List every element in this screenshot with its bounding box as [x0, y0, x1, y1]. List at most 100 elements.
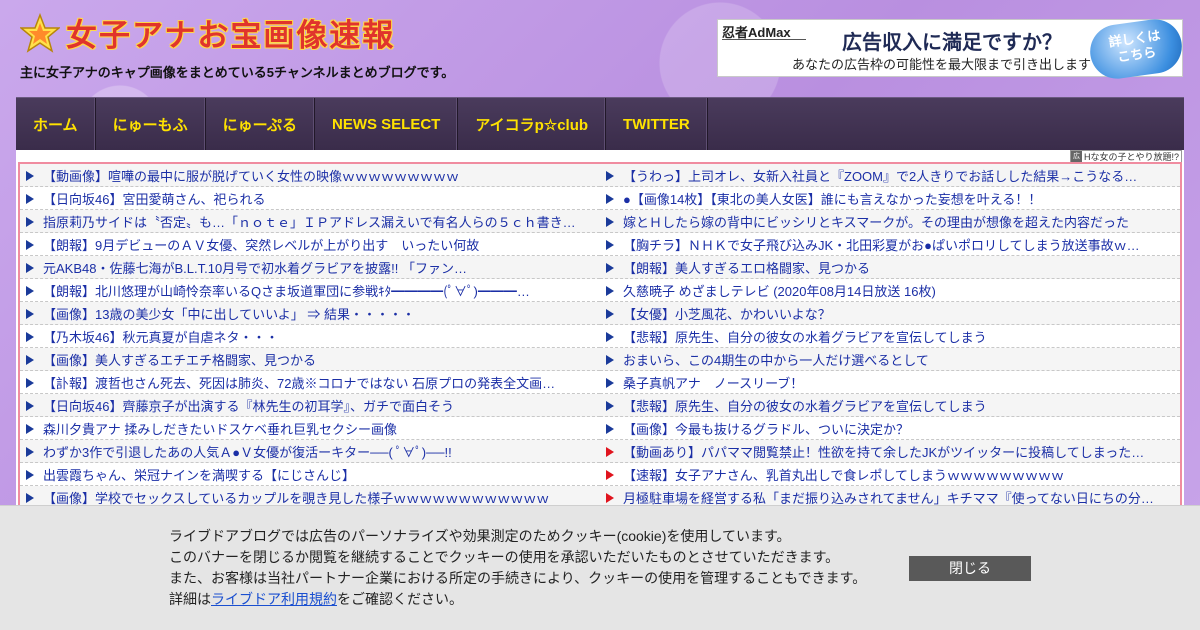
cookie-close-button[interactable]: 閉じる: [909, 556, 1031, 581]
article-link[interactable]: 【訃報】渡哲也さん死去、死因は肺炎、72歳※コロナではない 石原プロの発表全文画…: [43, 373, 555, 392]
list-item[interactable]: 【うわっ】上司オレ、女新入社員と『ZOOM』で2人きりでお話しした結果→こうなる…: [600, 164, 1180, 187]
article-link[interactable]: 【画像】13歳の美少女「中に出していいよ」 ⇒ 結果・・・・・: [43, 304, 415, 323]
arrow-right-icon: [26, 401, 34, 411]
list-item[interactable]: 【乃木坂46】秋元真夏が自虐ネタ・・・: [20, 325, 600, 348]
list-item[interactable]: ●【画像14枚】【東北の美人女医】誰にも言えなかった妄想を叶える！！: [600, 187, 1180, 210]
list-item[interactable]: 【日向坂46】宮田愛萌さん、祀られる: [20, 187, 600, 210]
list-item[interactable]: 【女優】小芝風花、かわいいよな？: [600, 302, 1180, 325]
article-link[interactable]: 【朗報】9月デビューのＡＶ女優、突然レベルが上がり出す いったい何故: [43, 235, 479, 254]
list-item[interactable]: 【画像】今最も抜けるグラドル、ついに決定か？: [600, 417, 1180, 440]
list-item[interactable]: 指原莉乃サイドは〝否定〟も…「ｎｏｔｅ」ＩＰアドレス漏えいで有名人らの５ｃｈ書き…: [20, 210, 600, 233]
arrow-right-icon: [606, 401, 614, 411]
list-item[interactable]: 【動画あり】パパママ閲覧禁止！性欲を持て余したJKがツイッターに投稿してしまった…: [600, 440, 1180, 463]
arrow-right-icon: [606, 263, 614, 273]
arrow-right-icon: [26, 171, 34, 181]
cookie-line-4: 詳細はライブドア利用規約をご確認ください。: [169, 589, 866, 610]
list-item[interactable]: 桑子真帆アナ ノースリーブ！: [600, 371, 1180, 394]
arrow-right-icon: [26, 447, 34, 457]
list-item[interactable]: 出雲霞ちゃん、栄冠ナインを満喫する【にじさんじ】: [20, 463, 600, 486]
nav-item-newmofu[interactable]: にゅーもふ: [96, 98, 206, 151]
article-link[interactable]: 【朗報】北川悠理が山崎怜奈率いるQさま坂道軍団に参戦ｷﾀ━━━━(ﾟ∀ﾟ)━━━…: [43, 281, 530, 300]
article-link[interactable]: 【日向坂46】齊藤京子が出演する『林先生の初耳学』、ガチで面白そう: [43, 396, 454, 415]
article-link[interactable]: 【動画像】喧嘩の最中に服が脱げていく女性の映像ｗｗｗｗｗｗｗｗｗ: [43, 166, 459, 185]
article-link[interactable]: 【速報】女子アナさん、乳首丸出しで食レポしてしまうｗｗｗｗｗｗｗｗｗ: [623, 465, 1064, 484]
arrow-right-icon: [26, 194, 34, 204]
terms-link[interactable]: ライブドア利用規約: [211, 591, 337, 607]
list-item[interactable]: わずか3作で引退したあの人気Ａ●Ｖ女優が復活ーキター──( ﾟ∀ﾟ)──!!: [20, 440, 600, 463]
ad-details-button[interactable]: 詳しくは こちら: [1086, 15, 1186, 83]
article-link[interactable]: おまいら、この4期生の中から一人だけ選べるとして: [623, 350, 929, 369]
list-item[interactable]: 【悲報】原先生、自分の彼女の水着グラビアを宣伝してしまう: [600, 325, 1180, 348]
article-link[interactable]: 【女優】小芝風花、かわいいよな？: [623, 304, 831, 323]
article-link[interactable]: 【悲報】原先生、自分の彼女の水着グラビアを宣伝してしまう: [623, 396, 987, 415]
list-item[interactable]: 【画像】美人すぎるエチエチ格闘家、見つかる: [20, 348, 600, 371]
cookie-line-1: ライブドアブログでは広告のパーソナライズや効果測定のためクッキー(cookie)…: [169, 528, 791, 544]
arrow-right-icon: [606, 332, 614, 342]
nav-item-aikora-club[interactable]: アイコラp☆club: [458, 98, 607, 151]
arrow-right-icon: [606, 217, 614, 227]
list-item[interactable]: 元AKB48・佐藤七海がB.L.T.10月号で初水着グラビアを披露!! 「ファン…: [20, 256, 600, 279]
article-link[interactable]: 元AKB48・佐藤七海がB.L.T.10月号で初水着グラビアを披露!! 「ファン…: [43, 258, 467, 277]
arrow-right-icon: [26, 286, 34, 296]
article-link[interactable]: 【乃木坂46】秋元真夏が自虐ネタ・・・: [43, 327, 278, 346]
article-link[interactable]: 【画像】美人すぎるエチエチ格闘家、見つかる: [43, 350, 316, 369]
article-link[interactable]: 久慈暁子 めざましテレビ (2020年08月14日放送 16枚): [623, 281, 936, 300]
antenna-link-list: 【動画像】喧嘩の最中に服が脱げていく女性の映像ｗｗｗｗｗｗｗｗｗ 【日向坂46】宮…: [18, 162, 1182, 510]
list-item[interactable]: 【速報】女子アナさん、乳首丸出しで食レポしてしまうｗｗｗｗｗｗｗｗｗ: [600, 463, 1180, 486]
arrow-right-icon: [606, 424, 614, 434]
list-item[interactable]: 【悲報】原先生、自分の彼女の水着グラビアを宣伝してしまう: [600, 394, 1180, 417]
arrow-right-icon: [606, 447, 614, 457]
article-link[interactable]: 月極駐車場を経営する私「まだ振り込みされてません」キチママ『使ってない日にちの分…: [623, 488, 1154, 507]
arrow-right-icon: [26, 470, 34, 480]
article-link[interactable]: ●【画像14枚】【東北の美人女医】誰にも言えなかった妄想を叶える！！: [623, 189, 1041, 208]
arrow-right-icon: [26, 217, 34, 227]
nav-item-news-select[interactable]: NEWS SELECT: [315, 98, 459, 151]
star-icon: [20, 12, 60, 53]
list-item[interactable]: 【朗報】9月デビューのＡＶ女優、突然レベルが上がり出す いったい何故: [20, 233, 600, 256]
main-nav: ホーム にゅーもふ にゅーぷる NEWS SELECT アイコラp☆club T…: [16, 97, 1184, 151]
arrow-right-icon: [606, 470, 614, 480]
nav-item-newpuru[interactable]: にゅーぷる: [206, 98, 315, 151]
list-item[interactable]: 【朗報】北川悠理が山崎怜奈率いるQさま坂道軍団に参戦ｷﾀ━━━━(ﾟ∀ﾟ)━━━…: [20, 279, 600, 302]
article-link[interactable]: わずか3作で引退したあの人気Ａ●Ｖ女優が復活ーキター──( ﾟ∀ﾟ)──!!: [43, 442, 452, 461]
list-item[interactable]: 【訃報】渡哲也さん死去、死因は肺炎、72歳※コロナではない 石原プロの発表全文画…: [20, 371, 600, 394]
list-item[interactable]: おまいら、この4期生の中から一人だけ選べるとして: [600, 348, 1180, 371]
list-item[interactable]: 久慈暁子 めざましテレビ (2020年08月14日放送 16枚): [600, 279, 1180, 302]
arrow-right-icon: [26, 309, 34, 319]
list-item[interactable]: 嫁とＨしたら嫁の背中にビッシリとキスマークが。その理由が想像を超えた内容だった: [600, 210, 1180, 233]
article-link[interactable]: 【胸チラ】ＮＨＫで女子飛び込みJK・北田彩夏がお●ぱいポロリしてしまう放送事故ｗ…: [623, 235, 1140, 254]
site-logo[interactable]: 女子アナお宝画像速報: [20, 10, 395, 55]
article-link[interactable]: 指原莉乃サイドは〝否定〟も…「ｎｏｔｅ」ＩＰアドレス漏えいで有名人らの５ｃｈ書き…: [43, 212, 576, 231]
arrow-right-icon: [26, 263, 34, 273]
nav-item-home[interactable]: ホーム: [16, 98, 96, 151]
list-item[interactable]: 【画像】13歳の美少女「中に出していいよ」 ⇒ 結果・・・・・: [20, 302, 600, 325]
article-link[interactable]: 嫁とＨしたら嫁の背中にビッシリとキスマークが。その理由が想像を超えた内容だった: [623, 212, 1129, 231]
article-link[interactable]: 【日向坂46】宮田愛萌さん、祀られる: [43, 189, 265, 208]
article-link[interactable]: 桑子真帆アナ ノースリーブ！: [623, 373, 803, 392]
article-link[interactable]: 森川夕貴アナ 揉みしだきたいドスケベ垂れ巨乳セクシー画像: [43, 419, 397, 438]
list-item[interactable]: 【朗報】美人すぎるエロ格闘家、見つかる: [600, 256, 1180, 279]
nav-item-twitter[interactable]: TWITTER: [606, 98, 708, 151]
list-item[interactable]: 森川夕貴アナ 揉みしだきたいドスケベ垂れ巨乳セクシー画像: [20, 417, 600, 440]
site-header: 女子アナお宝画像速報 主に女子アナのキャプ画像をまとめている5チャンネルまとめブ…: [0, 0, 1200, 96]
arrow-right-icon: [26, 240, 34, 250]
list-item[interactable]: 【動画像】喧嘩の最中に服が脱げていく女性の映像ｗｗｗｗｗｗｗｗｗ: [20, 164, 600, 187]
header-ad-banner[interactable]: 忍者AdMax 広告収入に満足ですか？ あなたの広告枠の可能性を最大限まで引き出…: [717, 15, 1186, 83]
arrow-right-icon: [606, 240, 614, 250]
article-link[interactable]: 【動画あり】パパママ閲覧禁止！性欲を持て余したJKがツイッターに投稿してしまった…: [623, 442, 1144, 461]
arrow-right-icon: [606, 286, 614, 296]
cookie-line-4-prefix: 詳細は: [169, 591, 211, 607]
main-content: 広 Hな女の子とやり放題!? 【動画像】喧嘩の最中に服が脱げていく女性の映像ｗｗ…: [16, 150, 1184, 510]
arrow-right-icon: [26, 332, 34, 342]
cookie-line-3: また、お客様は当社パートナー企業における所定の手続きにより、クッキーの使用を管理…: [169, 570, 867, 586]
article-link[interactable]: 【朗報】美人すぎるエロ格闘家、見つかる: [623, 258, 870, 277]
arrow-right-icon: [606, 171, 614, 181]
arrow-right-icon: [26, 493, 34, 503]
article-link[interactable]: 【画像】学校でセックスしているカップルを覗き見した様子ｗｗｗｗｗｗｗｗｗｗｗｗ: [43, 488, 549, 507]
article-link[interactable]: 【画像】今最も抜けるグラドル、ついに決定か？: [623, 419, 909, 438]
list-item[interactable]: 【胸チラ】ＮＨＫで女子飛び込みJK・北田彩夏がお●ぱいポロリしてしまう放送事故ｗ…: [600, 233, 1180, 256]
article-link[interactable]: 出雲霞ちゃん、栄冠ナインを満喫する【にじさんじ】: [43, 465, 355, 484]
article-link[interactable]: 【うわっ】上司オレ、女新入社員と『ZOOM』で2人きりでお話しした結果→こうなる…: [623, 166, 1137, 185]
article-link[interactable]: 【悲報】原先生、自分の彼女の水着グラビアを宣伝してしまう: [623, 327, 987, 346]
list-item[interactable]: 【日向坂46】齊藤京子が出演する『林先生の初耳学』、ガチで面白そう: [20, 394, 600, 417]
